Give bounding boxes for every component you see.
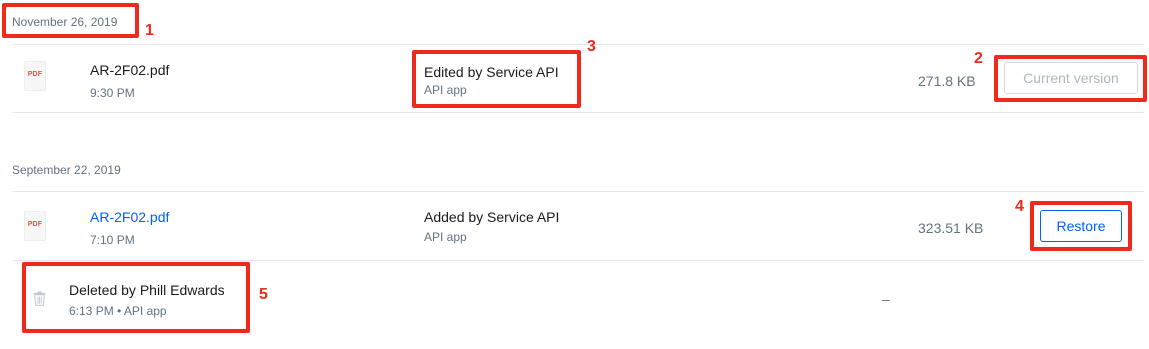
annotation-box <box>2 3 139 38</box>
version-app: API app <box>424 230 467 244</box>
pdf-file-icon: PDF <box>24 211 46 241</box>
file-name-link[interactable]: AR-2F02.pdf <box>90 209 169 225</box>
annotation-box <box>412 50 581 108</box>
annotation-number: 2 <box>974 50 983 67</box>
date-header: September 22, 2019 <box>12 163 121 177</box>
annotation-box <box>1030 201 1132 251</box>
annotation-box <box>22 262 250 333</box>
annotation-number: 3 <box>587 38 596 55</box>
annotation-box <box>994 55 1147 102</box>
version-time: 9:30 PM <box>90 86 135 100</box>
version-time: 7:10 PM <box>90 233 135 247</box>
pdf-file-icon: PDF <box>24 61 46 91</box>
file-size: 271.8 KB <box>918 73 976 89</box>
annotation-number: 5 <box>259 286 268 303</box>
file-size: 323.51 KB <box>918 220 984 236</box>
divider <box>12 191 1144 192</box>
divider <box>12 112 1144 113</box>
annotation-number: 1 <box>145 22 154 39</box>
file-name: AR-2F02.pdf <box>90 62 170 78</box>
deleted-size: – <box>882 291 890 307</box>
version-action: Added by Service API <box>424 209 560 225</box>
divider <box>12 260 1144 261</box>
annotation-number: 4 <box>1015 198 1024 215</box>
divider <box>12 44 1144 45</box>
